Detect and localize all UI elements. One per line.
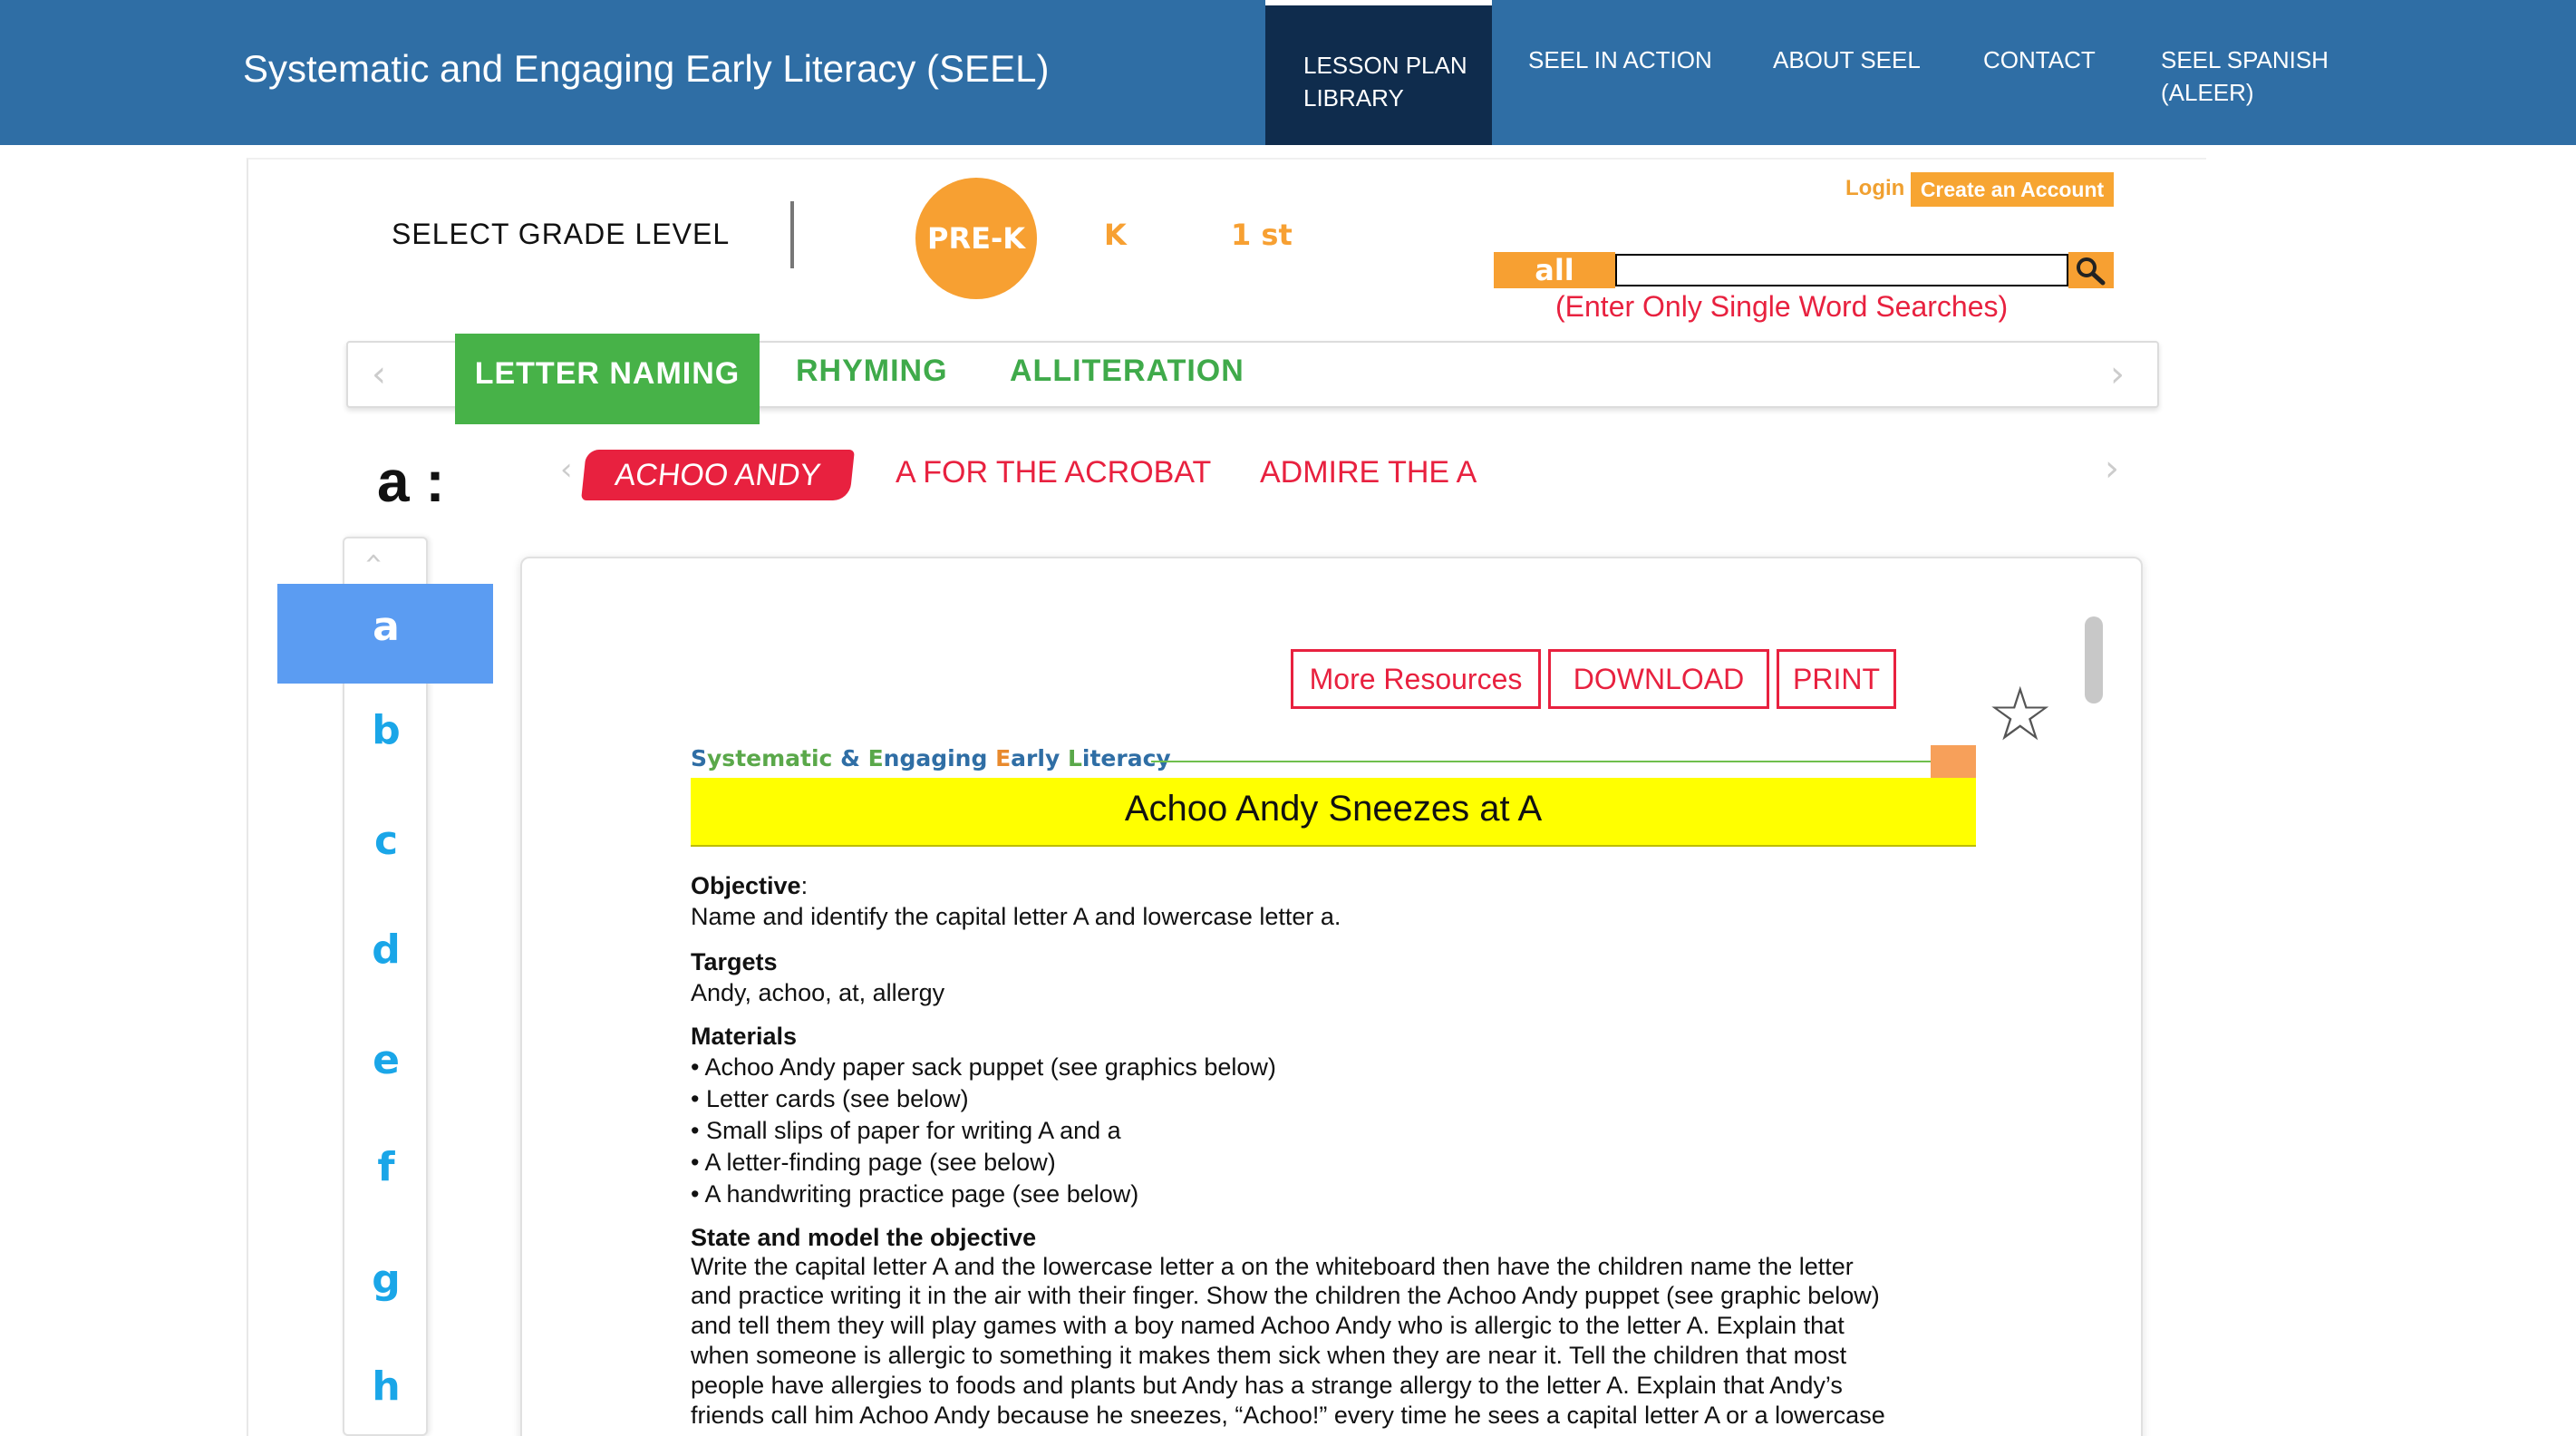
sidebar-letter-d[interactable]: d — [353, 927, 419, 973]
create-account-button[interactable]: Create an Account — [1911, 172, 2114, 207]
search-scope-all[interactable]: all — [1494, 252, 1615, 288]
state-model-line: when someone is allergic to something it… — [691, 1342, 1847, 1369]
lesson-prev-arrow-icon[interactable]: ‹ — [560, 451, 573, 488]
search-icon — [2077, 257, 2106, 286]
lesson-achoo-andy[interactable]: ACHOO ANDY — [581, 450, 855, 500]
materials-heading: Materials — [691, 1023, 798, 1050]
sidebar-up-arrow-icon[interactable]: › — [354, 552, 391, 565]
nav-lesson-plan-library[interactable]: LESSON PLAN LIBRARY — [1303, 49, 1467, 114]
sidebar-letter-g[interactable]: g — [353, 1256, 419, 1303]
materials-item: • A handwriting practice page (see below… — [691, 1180, 1139, 1208]
sidebar-letter-b[interactable]: b — [353, 707, 419, 753]
state-model-line: Write the capital letter A and the lower… — [691, 1253, 1854, 1280]
tab-prev-arrow-icon[interactable]: ‹ — [372, 354, 386, 395]
more-resources-button[interactable]: More Resources — [1291, 649, 1541, 709]
brand-part: L — [1067, 745, 1082, 771]
tab-next-arrow-icon[interactable]: › — [2110, 354, 2125, 395]
objective-text: Name and identify the capital letter A a… — [691, 903, 1341, 930]
lesson-admire-the-a[interactable]: ADMIRE THE A — [1260, 455, 1477, 490]
select-grade-label: SELECT GRADE LEVEL — [392, 218, 731, 250]
lesson-next-arrow-icon[interactable]: › — [2105, 448, 2119, 490]
objective-heading-text: Objective — [691, 872, 801, 899]
brand-part: ngaging — [883, 745, 996, 771]
brand-part: arly — [1011, 745, 1068, 771]
state-model-line: and practice writing it in the air with … — [691, 1282, 1880, 1309]
print-button[interactable]: PRINT — [1777, 649, 1896, 709]
brand-part: S — [691, 745, 708, 771]
sidebar-letter-e[interactable]: e — [353, 1037, 419, 1083]
site-title[interactable]: Systematic and Engaging Early Literacy (… — [243, 47, 1049, 91]
state-model-line: friends call him Achoo Andy because he s… — [691, 1402, 1885, 1429]
materials-item: • A letter-finding page (see below) — [691, 1149, 1056, 1176]
brand-part: E — [995, 745, 1012, 771]
lesson-a-for-the-acrobat[interactable]: A FOR THE ACROBAT — [896, 455, 1211, 490]
search-hint: (Enter Only Single Word Searches) — [1555, 290, 2009, 323]
materials-item: • Letter cards (see below) — [691, 1085, 969, 1112]
grade-prek-button[interactable]: PRE-K — [915, 178, 1037, 299]
nav-seel-spanish[interactable]: SEEL SPANISH (ALEER) — [2161, 44, 2329, 109]
targets-text: Andy, achoo, at, allergy — [691, 979, 945, 1006]
lesson-title: Achoo Andy Sneezes at A — [1124, 789, 1543, 829]
tab-alliteration[interactable]: ALLITERATION — [1010, 354, 1244, 389]
nav-seel-in-action[interactable]: SEEL IN ACTION — [1528, 44, 1712, 76]
targets-heading: Targets — [691, 948, 778, 975]
sidebar-letter-h[interactable]: h — [353, 1363, 419, 1410]
search-input[interactable] — [1615, 254, 2068, 286]
sidebar-letter-a[interactable]: a — [353, 604, 419, 650]
materials-item: • Small slips of paper for writing A and… — [691, 1117, 1121, 1144]
download-button[interactable]: DOWNLOAD — [1548, 649, 1769, 709]
materials-item: • Achoo Andy paper sack puppet (see grap… — [691, 1053, 1276, 1081]
brand-part: iteracy — [1081, 745, 1171, 771]
document-scrollbar[interactable] — [2085, 616, 2103, 703]
favorite-star-icon[interactable]: ☆ — [1987, 678, 2054, 752]
state-model-line: people have allergies to foods and plant… — [691, 1372, 1843, 1399]
login-link[interactable]: Login — [1845, 176, 1904, 201]
grade-k-button[interactable]: K — [1104, 218, 1127, 252]
state-model-line: and tell them they will play games with … — [691, 1312, 1845, 1339]
brand-part: & — [840, 745, 868, 771]
brand-rule — [1151, 761, 1932, 762]
brand-part: ystematic — [707, 745, 841, 771]
nav-about-seel[interactable]: ABOUT SEEL — [1773, 44, 1921, 76]
sidebar-letter-c[interactable]: c — [353, 818, 419, 864]
seel-brand-header: Systematic & Engaging Early Literacy — [691, 745, 1171, 771]
nav-contact[interactable]: CONTACT — [1983, 44, 2096, 76]
current-letter-heading: a : — [377, 449, 445, 514]
objective-heading-colon: : — [800, 872, 809, 899]
brand-accent-box — [1931, 745, 1976, 778]
grade-1st-button[interactable]: 1 st — [1231, 218, 1293, 252]
state-model-heading: State and model the objective — [691, 1224, 1037, 1251]
tab-rhyming[interactable]: RHYMING — [796, 354, 948, 389]
brand-part: E — [867, 745, 884, 771]
grade-divider — [790, 201, 794, 268]
tab-letter-naming[interactable]: LETTER NAMING — [455, 334, 760, 424]
objective-heading: Objective: — [691, 872, 808, 900]
sidebar-letter-f[interactable]: f — [353, 1144, 419, 1190]
search-button[interactable] — [2068, 252, 2114, 288]
